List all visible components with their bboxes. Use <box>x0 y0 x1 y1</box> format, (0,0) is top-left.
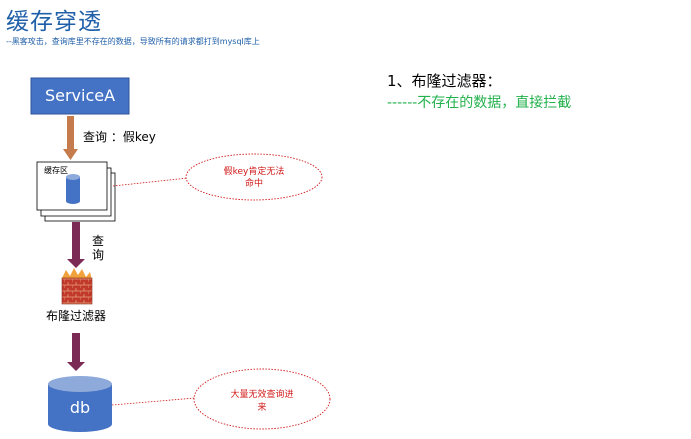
solution-description: ------不存在的数据，直接拦截 <box>387 95 572 111</box>
cache-cylinder-icon <box>66 174 80 204</box>
note-db: 大量无效查询进 来 <box>193 368 331 430</box>
note-db-line-1: 大量无效查询进 <box>230 388 293 400</box>
note-cache-line-1: 假key肯定无法 <box>224 165 285 177</box>
cache-box: 缓存区 <box>36 161 116 222</box>
query-vertical-1: 查 <box>92 234 104 248</box>
filter-arrow <box>67 222 85 268</box>
query-arrow <box>63 116 78 160</box>
note-cache-line-2: 命中 <box>245 177 263 189</box>
db-label: db <box>70 398 90 417</box>
firewall-icon <box>61 268 93 305</box>
note-db-line-2: 来 <box>257 402 266 413</box>
db-arrow <box>67 333 85 371</box>
note-db-connector <box>111 397 196 406</box>
db-cylinder-icon: db <box>48 376 112 432</box>
note-cache: 假key肯定无法 命中 <box>185 153 323 201</box>
solution-title: 1、布隆过滤器： <box>387 72 502 90</box>
service-a-label: ServiceA <box>45 86 115 105</box>
query-label: 查询 ：假key <box>83 130 156 144</box>
filter-label: 布隆过滤器 <box>46 308 106 323</box>
cache-label: 缓存区 <box>44 165 68 175</box>
note-cache-connector <box>112 177 189 187</box>
query-vertical-2: 询 <box>92 248 104 262</box>
cache-penetration-diagram: ServiceA 查询 ：假key 缓存区 假key肯定无法 命中 查 询 布隆… <box>30 77 331 432</box>
service-a-box: ServiceA <box>30 77 130 115</box>
